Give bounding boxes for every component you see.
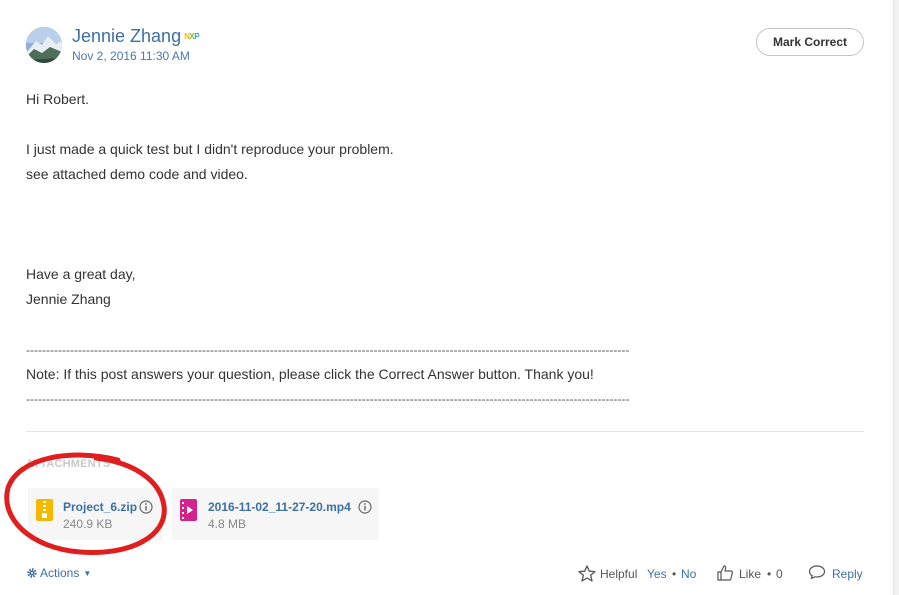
body-line-1: I just made a quick test but I didn't re… bbox=[26, 141, 394, 157]
separator-top: ----------------------------------------… bbox=[26, 343, 630, 357]
author-name[interactable]: Jennie Zhang bbox=[72, 26, 181, 46]
author-avatar[interactable] bbox=[26, 27, 62, 63]
separator-dot: • bbox=[767, 567, 772, 581]
author-name-link[interactable]: Jennie Zhang NXP bbox=[72, 26, 200, 47]
attachments-heading: ATTACHMENTS bbox=[26, 458, 111, 470]
thumbs-up-icon[interactable] bbox=[716, 564, 734, 585]
closing-text: Have a great day, bbox=[26, 266, 136, 282]
scrollbar-track bbox=[893, 0, 899, 595]
like-label[interactable]: Like bbox=[739, 567, 761, 581]
separator-dot: • bbox=[672, 567, 677, 581]
chevron-down-icon: ▼ bbox=[83, 569, 92, 578]
like-count: 0 bbox=[776, 567, 783, 581]
actions-label[interactable]: Actions bbox=[40, 566, 79, 580]
zip-file-icon bbox=[36, 499, 53, 521]
attachment-zip[interactable]: Project_6.zip 240.9 KB bbox=[28, 488, 162, 540]
mark-correct-button[interactable]: Mark Correct bbox=[756, 28, 864, 56]
helpful-no-link[interactable]: No bbox=[681, 567, 696, 581]
post-date: Nov 2, 2016 11:30 AM bbox=[72, 49, 190, 63]
helpful-label: Helpful bbox=[600, 567, 638, 581]
content-divider bbox=[26, 431, 864, 432]
greeting-text: Hi Robert. bbox=[26, 91, 90, 107]
attachment-size: 4.8 MB bbox=[208, 517, 247, 531]
attachment-size: 240.9 KB bbox=[63, 517, 113, 531]
post-footer: Actions ▼ Helpful Yes • No Like • 0 Reply bbox=[26, 563, 864, 585]
note-text: Note: If this post answers your question… bbox=[26, 366, 594, 382]
reply-link[interactable]: Reply bbox=[832, 567, 863, 581]
badge-letter-p: P bbox=[194, 32, 200, 41]
reply-icon[interactable] bbox=[808, 564, 826, 583]
attachment-video[interactable]: 2016-11-02_11-27-20.mp4 4.8 MB bbox=[172, 488, 379, 540]
info-icon[interactable] bbox=[139, 500, 153, 514]
info-icon[interactable] bbox=[358, 500, 372, 514]
signature-text: Jennie Zhang bbox=[26, 291, 111, 307]
actions-menu[interactable]: Actions ▼ bbox=[26, 566, 91, 580]
attachment-name[interactable]: Project_6.zip bbox=[63, 500, 137, 514]
star-icon[interactable] bbox=[578, 565, 596, 585]
attachment-name[interactable]: 2016-11-02_11-27-20.mp4 bbox=[208, 500, 351, 514]
gear-icon bbox=[27, 568, 37, 578]
separator-bottom: ----------------------------------------… bbox=[26, 392, 630, 406]
body-line-2: see attached demo code and video. bbox=[26, 166, 248, 182]
post-header: Jennie Zhang NXP Nov 2, 2016 11:30 AM Mar… bbox=[26, 25, 864, 67]
nxp-badge-icon: NXP bbox=[184, 32, 199, 41]
helpful-yes-link[interactable]: Yes bbox=[647, 567, 667, 581]
video-file-icon bbox=[180, 499, 197, 521]
